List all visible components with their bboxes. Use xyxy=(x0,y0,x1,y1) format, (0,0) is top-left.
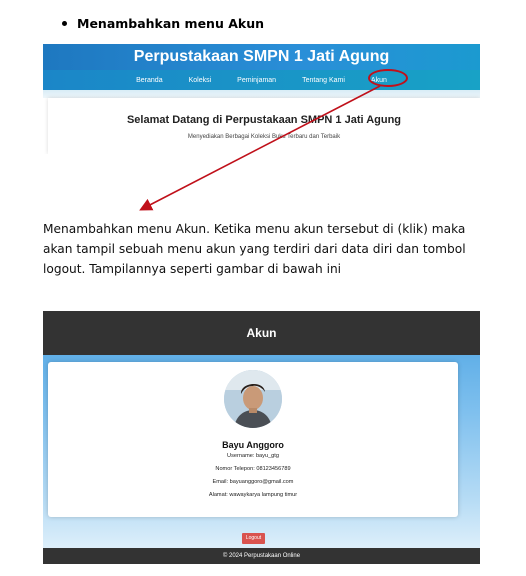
welcome-title: Selamat Datang di Perpustakaan SMPN 1 Ja… xyxy=(126,114,402,126)
site-nav: Beranda Koleksi Peminjaman Tentang Kami … xyxy=(43,70,480,90)
profile-username: Username: bayu_gtg xyxy=(227,453,279,459)
avatar xyxy=(224,370,282,428)
nav-item-peminjaman[interactable]: Peminjaman xyxy=(237,77,276,84)
description-paragraph: Menambahkan menu Akun. Ketika menu akun … xyxy=(43,222,466,276)
bullet-heading: Menambahkan menu Akun xyxy=(62,16,264,31)
nav-shadow-strip xyxy=(43,90,480,98)
profile-phone: Nomor Telepon: 08123456789 xyxy=(215,466,291,472)
library-site-screenshot: Perpustakaan SMPN 1 Jati Agung Beranda K… xyxy=(43,44,480,154)
user-photo-icon xyxy=(224,370,282,428)
profile-address: Alamat: wawaykarya lampung timur xyxy=(208,492,298,498)
profile-card: Bayu Anggoro Username: bayu_gtg Nomor Te… xyxy=(48,362,458,517)
nav-item-koleksi[interactable]: Koleksi xyxy=(189,77,212,84)
akun-highlight-ellipse xyxy=(368,69,408,87)
logout-button[interactable]: Logout xyxy=(242,533,265,544)
site-title: Perpustakaan SMPN 1 Jati Agung xyxy=(43,44,480,70)
bullet-icon xyxy=(62,21,67,26)
nav-item-tentang-kami[interactable]: Tentang Kami xyxy=(302,77,345,84)
profile-name: Bayu Anggoro xyxy=(222,440,284,450)
account-header: Akun xyxy=(43,311,480,355)
welcome-card: Selamat Datang di Perpustakaan SMPN 1 Ja… xyxy=(48,98,480,154)
page-footer: © 2024 Perpustakaan Online xyxy=(43,548,480,564)
bullet-heading-text: Menambahkan menu Akun xyxy=(77,16,264,31)
nav-item-beranda[interactable]: Beranda xyxy=(136,77,162,84)
welcome-subtitle: Menyediakan Berbagai Koleksi Buku Terbar… xyxy=(187,134,341,140)
profile-email: Email: bayuanggoro@gmail.com xyxy=(212,479,294,485)
account-page-screenshot: Akun Bayu Anggoro Username: bayu_gtg Nom… xyxy=(43,311,480,564)
